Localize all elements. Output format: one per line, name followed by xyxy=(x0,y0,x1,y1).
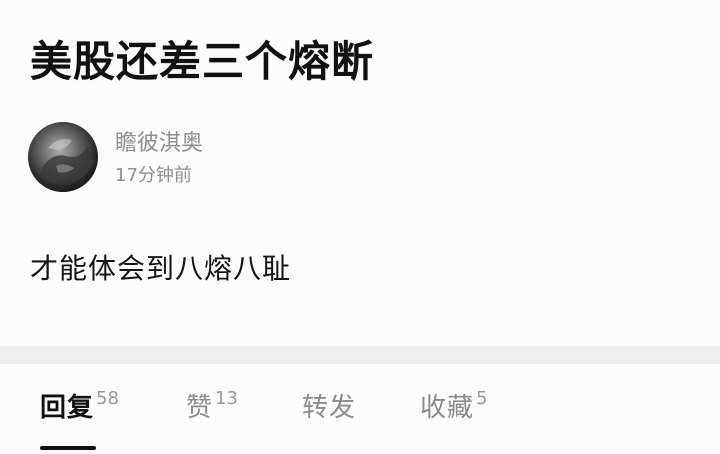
post-card: 美股还差三个熔断 瞻彼淇奥 17分钟前 才能体会到八熔八耻 xyxy=(0,0,720,346)
tab-favorites[interactable]: 收藏 5 xyxy=(420,388,488,430)
tab-likes[interactable]: 赞 13 xyxy=(186,388,238,430)
avatar[interactable] xyxy=(28,122,98,192)
post-timestamp: 17分钟前 xyxy=(115,165,192,186)
avatar-image xyxy=(28,122,98,192)
tab-replies[interactable]: 回复 58 xyxy=(40,388,119,430)
author-name[interactable]: 瞻彼淇奥 xyxy=(115,130,203,158)
tab-favorites-count: 5 xyxy=(476,388,488,409)
tab-replies-label: 回复 xyxy=(40,393,95,423)
tab-likes-label: 赞 xyxy=(186,393,214,423)
post-page: 美股还差三个熔断 瞻彼淇奥 17分钟前 才能体会到八熔八耻 回复 58 赞 13… xyxy=(0,0,720,454)
tab-repost-label: 转发 xyxy=(302,393,357,423)
tab-favorites-label: 收藏 xyxy=(420,393,475,423)
active-tab-indicator xyxy=(40,446,96,450)
post-title: 美股还差三个熔断 xyxy=(30,37,375,86)
tab-repost[interactable]: 转发 xyxy=(302,390,358,430)
tab-likes-count: 13 xyxy=(215,388,238,409)
tab-replies-count: 58 xyxy=(96,388,119,409)
post-body: 才能体会到八熔八耻 xyxy=(30,252,292,285)
section-divider xyxy=(0,346,720,364)
post-action-tabs: 回复 58 赞 13 转发 收藏 5 xyxy=(0,364,720,454)
